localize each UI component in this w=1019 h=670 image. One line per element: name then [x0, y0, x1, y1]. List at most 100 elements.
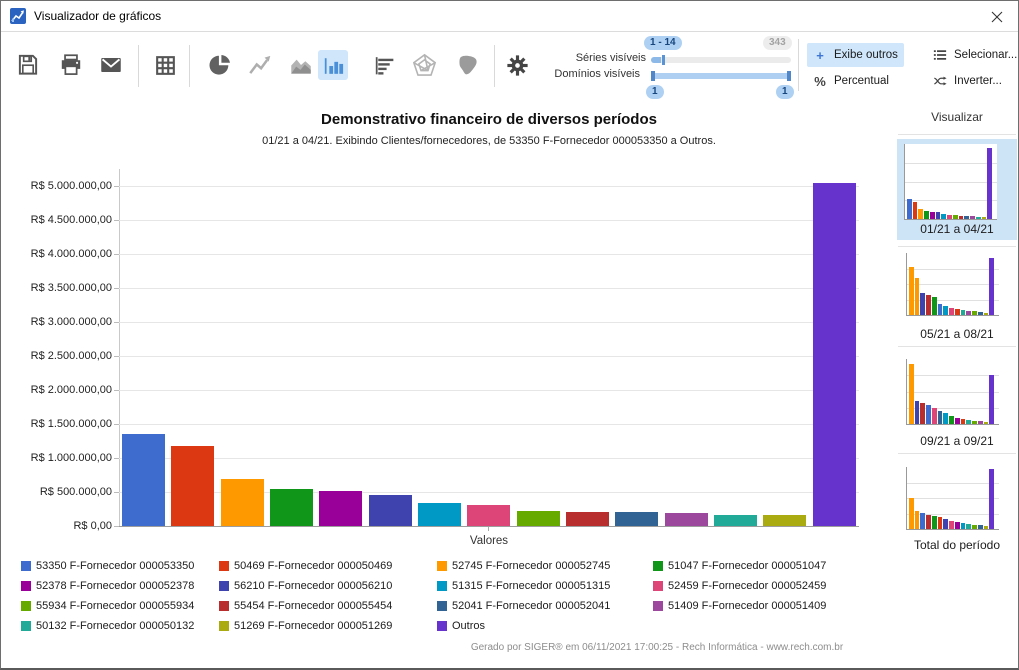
legend-swatch: [219, 581, 229, 591]
toolbar-separator: [138, 45, 139, 87]
bar-6[interactable]: [369, 495, 412, 526]
thumbnail-chart-1[interactable]: [904, 144, 997, 220]
series-slider[interactable]: [651, 57, 791, 63]
print-button[interactable]: [56, 50, 86, 80]
domains-slider[interactable]: [651, 73, 791, 79]
radar-chart-button[interactable]: [409, 50, 439, 80]
brazil-map-button[interactable]: [452, 50, 482, 80]
inverter-label: Inverter...: [954, 75, 1002, 87]
thumbnail-bar: [984, 422, 989, 424]
line-chart-button[interactable]: [245, 50, 275, 80]
app-icon: [10, 8, 26, 24]
y-tick-label: R$ 500.000,00: [12, 486, 112, 498]
domains-slider-handle-left[interactable]: [651, 71, 655, 81]
horizontal-bar-chart-button[interactable]: [369, 50, 399, 80]
chart-title: Demonstrativo financeiro de diversos per…: [119, 111, 859, 128]
settings-button[interactable]: [502, 50, 532, 80]
thumbnail-bar: [982, 217, 987, 219]
series-visible-label: Séries visíveis: [554, 52, 646, 64]
thumbnail-bar: [918, 209, 923, 219]
thumbnail-bar: [930, 212, 935, 219]
legend-swatch: [437, 601, 447, 611]
bar-9[interactable]: [517, 511, 560, 526]
bar-4[interactable]: [270, 489, 313, 526]
y-tick-mark: [114, 526, 119, 527]
legend-label: 55454 F-Fornecedor 000055454: [234, 600, 392, 612]
bar-10[interactable]: [566, 512, 609, 526]
thumbnail-gridline: [907, 284, 999, 285]
legend-swatch: [653, 561, 663, 571]
percentual-button[interactable]: % Percentual: [807, 69, 895, 93]
domains-slider-handle-right[interactable]: [787, 71, 791, 81]
bar-3[interactable]: [221, 479, 264, 526]
thumbnail-gridline: [907, 375, 999, 376]
email-button[interactable]: [96, 50, 126, 80]
thumbnail-gridline: [907, 498, 999, 499]
y-tick-label: R$ 1.000.000,00: [12, 452, 112, 464]
gridline: [119, 288, 859, 289]
thumbnail-label-2[interactable]: 05/21 a 08/21: [897, 327, 1017, 341]
bar-11[interactable]: [615, 512, 658, 526]
table-view-button[interactable]: [150, 50, 180, 80]
thumbnail-chart-3[interactable]: [906, 359, 999, 425]
thumbnail-gridline: [907, 392, 999, 393]
selecionar-button[interactable]: Selecionar...: [927, 43, 1019, 67]
bar-5[interactable]: [319, 491, 362, 526]
thumbnail-bar: [926, 405, 931, 424]
thumbnail-label-1[interactable]: 01/21 a 04/21: [897, 222, 1017, 236]
thumbnail-bar: [936, 212, 941, 219]
y-tick-mark: [114, 356, 119, 357]
title-bar: Visualizador de gráficos: [1, 1, 1018, 32]
thumbnail-bar: [976, 217, 981, 219]
y-axis-line: [119, 169, 120, 526]
y-tick-label: R$ 3.500.000,00: [12, 282, 112, 294]
exibe-outros-button[interactable]: + Exibe outros: [807, 43, 904, 67]
thumbnail-bar: [978, 421, 983, 424]
thumbnail-bar: [926, 515, 931, 529]
thumbnail-bar: [932, 516, 937, 529]
gridline: [119, 526, 859, 527]
legend-item: 51047 F-Fornecedor 000051047: [653, 560, 826, 572]
brazil-map-icon: [454, 52, 481, 79]
thumbnail-bar: [970, 216, 975, 219]
save-button[interactable]: [13, 50, 43, 80]
legend-swatch: [219, 561, 229, 571]
thumbnail-bar: [932, 297, 937, 315]
thumbnail-gridline: [907, 483, 999, 484]
bar-chart-button[interactable]: [318, 50, 348, 80]
legend-label: 52378 F-Fornecedor 000052378: [36, 580, 194, 592]
thumbnail-chart-2[interactable]: [906, 253, 999, 316]
bar-1[interactable]: [122, 434, 165, 526]
bar-7[interactable]: [418, 503, 461, 526]
gridline: [119, 186, 859, 187]
bar-13[interactable]: [714, 515, 757, 526]
close-icon[interactable]: [988, 8, 1006, 26]
y-tick-mark: [114, 322, 119, 323]
thumbnail-label-4[interactable]: Total do período: [897, 538, 1017, 552]
legend-item: 52041 F-Fornecedor 000052041: [437, 600, 610, 612]
thumbnail-bar: [938, 304, 943, 315]
thumbnail-bar: [955, 522, 960, 529]
shuffle-icon: [933, 74, 947, 88]
thumbnail-label-3[interactable]: 09/21 a 09/21: [897, 434, 1017, 448]
series-slider-handle[interactable]: [662, 55, 665, 65]
footer-credit: Gerado por SIGER® em 06/11/2021 17:00:25…: [401, 642, 913, 653]
bar-8[interactable]: [467, 505, 510, 526]
thumbnail-bar: [959, 216, 964, 219]
exibe-outros-label: Exibe outros: [834, 49, 898, 61]
inverter-button[interactable]: Inverter...: [927, 69, 1008, 93]
pie-chart-button[interactable]: [205, 50, 235, 80]
bar-12[interactable]: [665, 513, 708, 526]
chart-subtitle: 01/21 a 04/21. Exibindo Clientes/fornece…: [99, 135, 879, 147]
thumbnail-bar: [989, 258, 994, 315]
bar-15[interactable]: [813, 183, 856, 526]
visualizar-header: Visualizar: [898, 110, 1016, 124]
thumbnail-chart-4[interactable]: [906, 467, 999, 530]
legend-item: 55454 F-Fornecedor 000055454: [219, 600, 392, 612]
legend-swatch: [21, 601, 31, 611]
bar-14[interactable]: [763, 515, 806, 526]
thumbnail-bar: [920, 293, 925, 315]
legend-label: 56210 F-Fornecedor 000056210: [234, 580, 392, 592]
bar-2[interactable]: [171, 446, 214, 526]
area-chart-button[interactable]: [286, 50, 316, 80]
